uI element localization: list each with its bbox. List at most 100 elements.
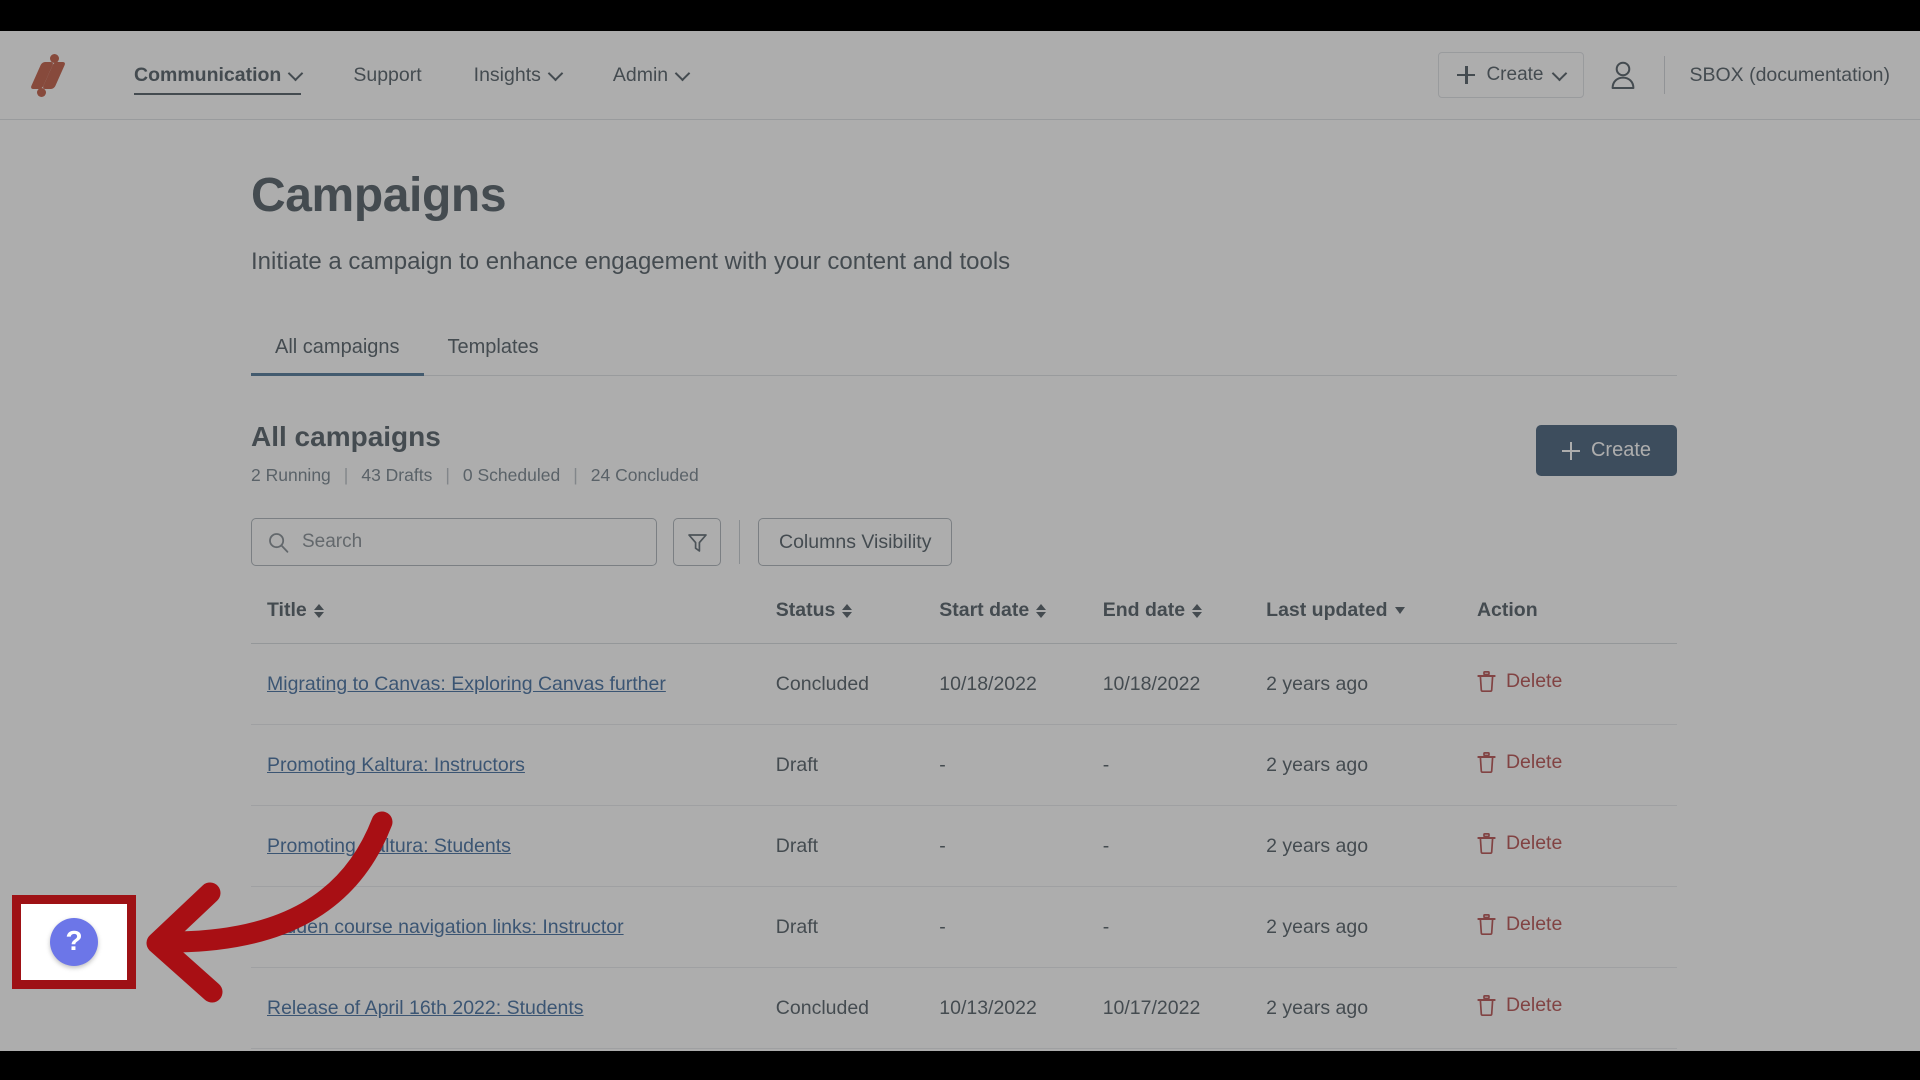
sort-descending-icon — [1394, 607, 1405, 614]
table-body: Migrating to Canvas: Exploring Canvas fu… — [251, 643, 1677, 1051]
help-button[interactable]: ? — [50, 918, 98, 966]
create-campaign-button[interactable]: Create — [1535, 425, 1677, 476]
tab-all-campaigns-label: All campaigns — [275, 336, 400, 358]
trash-icon — [1477, 914, 1496, 935]
table-row: Promoting Kaltura: Students Draft - -2 year… — [251, 805, 1677, 887]
stat-separator: | — [573, 465, 578, 485]
column-header-last-updated[interactable]: Last updated — [1266, 599, 1477, 644]
column-header-last-updated-label: Last updated — [1266, 599, 1388, 621]
column-header-status[interactable]: Status — [775, 599, 940, 644]
sort-toggle-icon — [842, 603, 853, 618]
column-header-status-label: Status — [775, 599, 836, 621]
trash-icon — [1477, 833, 1496, 854]
cell-end-date: - — [1102, 886, 1267, 968]
search-icon — [269, 532, 289, 553]
cell-end-date: 10/17/2022 — [1102, 967, 1267, 1049]
campaign-title-link[interactable]: Hidden course navigation links: Instruct… — [267, 916, 624, 938]
cell-title: Release of April 16th 2022: Students — [251, 967, 776, 1049]
cell-action: Delete — [1476, 1048, 1677, 1051]
tab-templates[interactable]: Templates — [424, 322, 563, 375]
campaign-title-link[interactable]: Release of April 16th 2022: Students — [267, 997, 584, 1019]
stat-separator: | — [445, 465, 450, 485]
nav-item-insights[interactable]: Insights — [448, 31, 587, 119]
nav-item-communication-label: Communication — [134, 63, 282, 86]
cell-last-updated: 2 years ago — [1266, 643, 1477, 725]
cell-action: Delete — [1476, 724, 1677, 806]
cell-action: Delete — [1476, 967, 1677, 1049]
delete-button[interactable]: Delete — [1477, 994, 1562, 1017]
cell-start-date: 10/18/2022 — [939, 643, 1103, 725]
trash-icon — [1477, 671, 1496, 692]
sort-toggle-icon — [1192, 603, 1203, 618]
nav-item-insights-label: Insights — [473, 63, 541, 86]
account-avatar-button[interactable] — [1606, 58, 1640, 92]
cell-status: Draft — [775, 805, 940, 887]
delete-button[interactable]: Delete — [1477, 832, 1562, 855]
plus-icon — [1457, 66, 1476, 84]
delete-button[interactable]: Delete — [1477, 751, 1562, 774]
column-header-end-date-label: End date — [1102, 599, 1186, 621]
campaign-title-link[interactable]: Migrating to Canvas: Exploring Canvas fu… — [267, 673, 666, 695]
nav-item-admin-label: Admin — [612, 63, 669, 86]
tab-bar: All campaigns Templates — [251, 322, 1677, 376]
section-header-text: All campaigns 2 Running | 43 Drafts | 0 … — [251, 421, 699, 486]
person-icon — [1612, 61, 1635, 89]
delete-button[interactable]: Delete — [1477, 670, 1562, 693]
cell-title: Promoting Kaltura: Students — [251, 805, 776, 887]
cell-end-date: - — [1102, 724, 1267, 806]
cell-last-updated: 2 years ago — [1266, 967, 1477, 1049]
table-toolbar: Search Columns Visibility — [251, 518, 1677, 566]
delete-button[interactable]: Delete — [1477, 913, 1562, 936]
chevron-down-icon — [674, 65, 691, 81]
filter-button[interactable] — [673, 518, 721, 566]
section-title: All campaigns — [251, 421, 441, 452]
column-header-start-date[interactable]: Start date — [939, 599, 1103, 644]
browser-page: Communication Support Insights Admin Cre… — [0, 31, 1920, 1051]
filter-funnel-icon — [687, 533, 707, 552]
cell-status: Draft — [775, 886, 940, 968]
cell-action: Delete — [1476, 886, 1677, 968]
primary-nav-items: Communication Support Insights Admin — [108, 31, 714, 119]
nav-item-support-label: Support — [353, 63, 422, 86]
delete-label: Delete — [1505, 913, 1563, 935]
campaign-title-link[interactable]: Promoting Kaltura: Instructors — [267, 754, 525, 776]
account-name-label: SBOX (documentation) — [1689, 63, 1890, 86]
logo-dot-bottom — [37, 88, 46, 97]
sort-toggle-icon — [1036, 603, 1047, 618]
page-title: Campaigns — [251, 169, 507, 222]
delete-label: Delete — [1505, 832, 1563, 854]
cell-last-updated: 2 years ago — [1266, 1048, 1477, 1051]
column-header-start-date-label: Start date — [939, 599, 1030, 621]
cell-start-date: - — [939, 724, 1103, 806]
stat-drafts: 43 Drafts — [361, 465, 433, 485]
cell-status: Draft — [775, 724, 940, 806]
nav-create-button[interactable]: Create — [1438, 52, 1585, 98]
trash-icon — [1477, 995, 1496, 1016]
columns-visibility-button[interactable]: Columns Visibility — [758, 518, 953, 566]
nav-item-communication[interactable]: Communication — [108, 31, 327, 119]
content-inner: Campaigns Initiate a campaign to enhance… — [251, 168, 1677, 1051]
cell-last-updated: 2 years ago — [1266, 886, 1477, 968]
campaign-title-link[interactable]: Promoting Kaltura: Students — [267, 835, 511, 857]
chevron-down-icon — [1552, 65, 1568, 81]
nav-item-support[interactable]: Support — [327, 31, 447, 119]
cell-title: Publish a course: Instructors — [251, 1048, 776, 1051]
nav-item-admin[interactable]: Admin — [587, 31, 714, 119]
brand-logo-icon[interactable] — [24, 53, 68, 97]
column-header-end-date[interactable]: End date — [1102, 599, 1267, 644]
stat-concluded: 24 Concluded — [590, 465, 699, 485]
nav-divider — [1664, 56, 1666, 94]
cell-end-date: - — [1102, 805, 1267, 887]
delete-label: Delete — [1505, 994, 1563, 1016]
stat-separator: | — [343, 465, 349, 485]
search-input[interactable]: Search — [251, 518, 657, 566]
column-header-action-label: Action — [1476, 599, 1538, 621]
cell-status: Concluded — [775, 967, 940, 1049]
tab-all-campaigns[interactable]: All campaigns — [251, 322, 424, 376]
page-subtitle: Initiate a campaign to enhance engagemen… — [251, 248, 1011, 275]
search-placeholder: Search — [302, 531, 363, 552]
campaigns-table: Title Status Start date End date Last up… — [251, 599, 1677, 1051]
help-button-highlight-box: ? — [12, 895, 136, 989]
table-row: Migrating to Canvas: Exploring Canvas fu… — [251, 643, 1677, 725]
column-header-title[interactable]: Title — [251, 599, 776, 644]
